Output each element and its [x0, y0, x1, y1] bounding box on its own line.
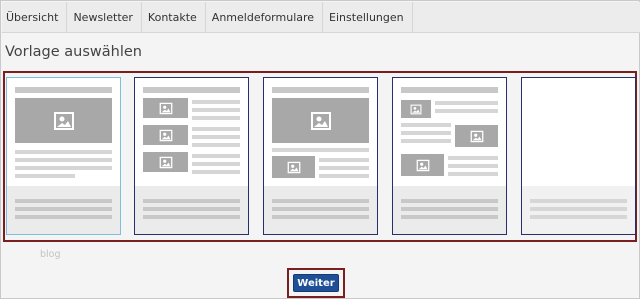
nav-item-newsletter[interactable]: Newsletter: [67, 2, 142, 32]
nav-item-kontakte[interactable]: Kontakte: [142, 2, 206, 32]
image-placeholder-icon: [455, 125, 498, 147]
top-nav: Übersicht Newsletter Kontakte Anmeldefor…: [2, 2, 640, 33]
template-card-alternating[interactable]: [392, 77, 507, 235]
image-placeholder-icon: [15, 98, 112, 143]
image-placeholder-icon: [272, 156, 315, 178]
image-placeholder-icon: [401, 154, 444, 176]
next-button[interactable]: Weiter: [293, 274, 339, 292]
image-placeholder-icon: [143, 152, 188, 172]
next-button-highlight: Weiter: [287, 268, 345, 298]
app-frame: Übersicht Newsletter Kontakte Anmeldefor…: [0, 0, 640, 299]
image-placeholder-icon: [143, 98, 188, 118]
nav-item-uebersicht[interactable]: Übersicht: [2, 2, 68, 32]
template-label-blog: blog: [40, 249, 61, 260]
template-card-image-top-small[interactable]: [263, 77, 378, 235]
template-card-blank[interactable]: [521, 77, 636, 235]
template-card-image-list[interactable]: [134, 77, 249, 235]
template-card-blog[interactable]: [6, 77, 121, 235]
nav-item-anmeldeformulare[interactable]: Anmeldeformulare: [206, 2, 324, 32]
page-title: Vorlage auswählen: [5, 44, 142, 60]
image-placeholder-icon: [143, 125, 188, 145]
image-placeholder-icon: [401, 100, 431, 118]
nav-item-einstellungen[interactable]: Einstellungen: [323, 2, 413, 32]
image-placeholder-icon: [272, 98, 369, 143]
header-line: [15, 87, 112, 93]
